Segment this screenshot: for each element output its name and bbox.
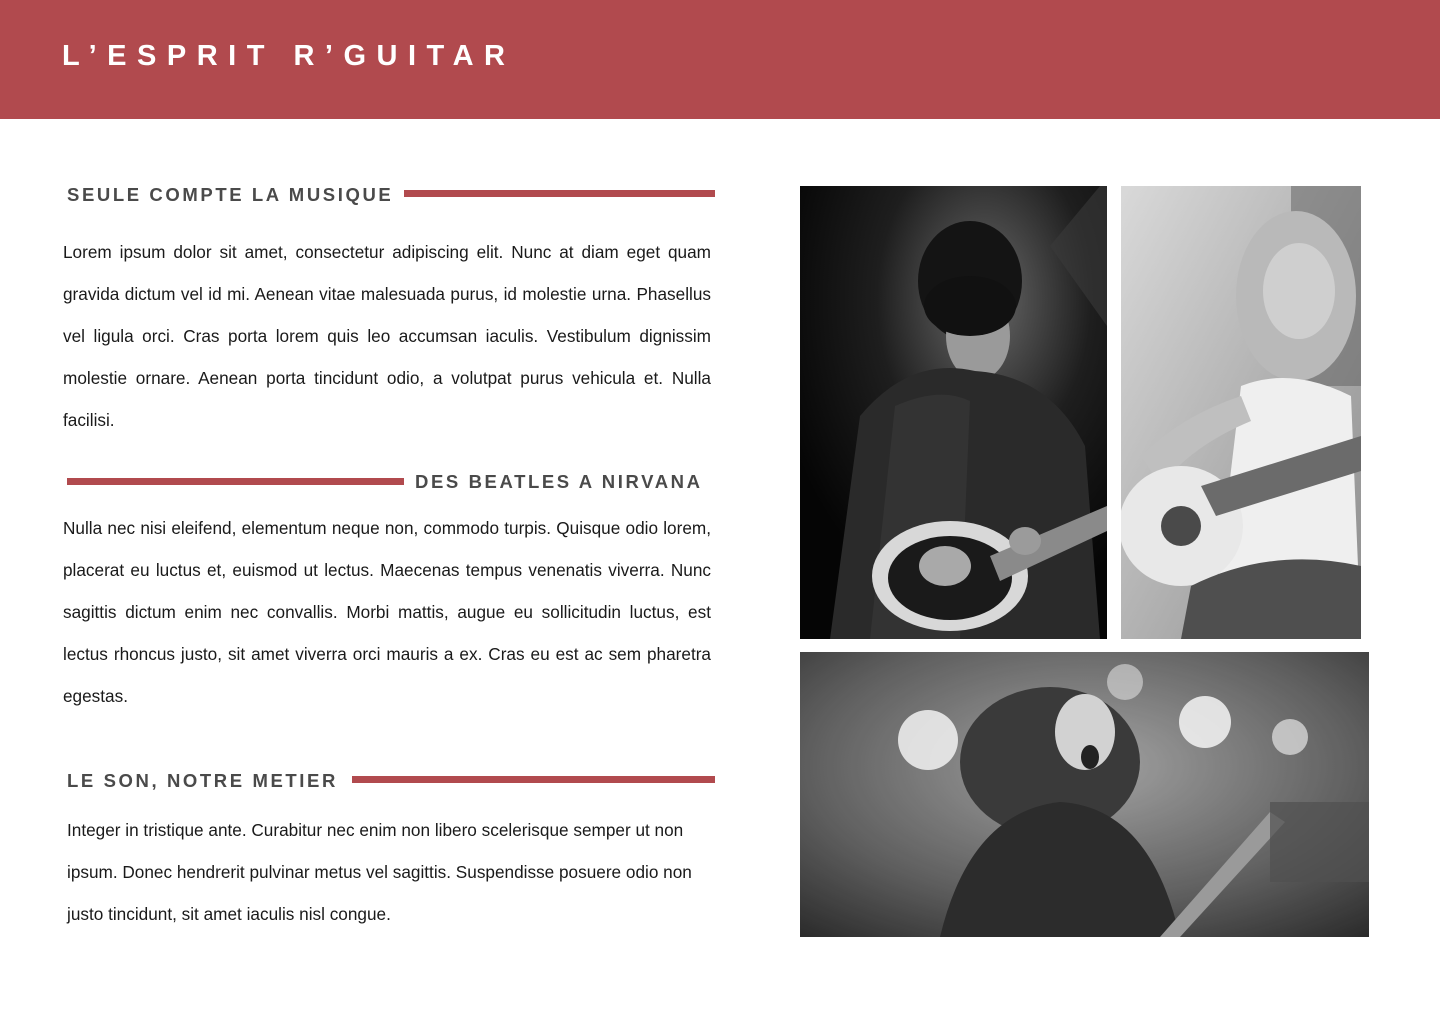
brand-title: L’ESPRIT R’GUITAR <box>62 40 516 72</box>
header-bar: L’ESPRIT R’GUITAR <box>0 0 1440 119</box>
section-text-musique: Lorem ipsum dolor sit amet, consectetur … <box>63 242 711 430</box>
female-guitarist-photo <box>1121 186 1361 639</box>
section-rule-beatles <box>67 478 404 485</box>
section-rule-son <box>352 776 715 783</box>
male-guitarist-photo <box>800 186 1107 639</box>
section-title-beatles: DES BEATLES A NIRVANA <box>415 471 703 492</box>
section-rule-musique <box>404 190 715 197</box>
section-text-beatles: Nulla nec nisi eleifend, elementum neque… <box>63 518 711 706</box>
section-text-son: Integer in tristique ante. Curabitur nec… <box>67 820 692 924</box>
section-title-musique: SEULE COMPTE LA MUSIQUE <box>67 184 394 205</box>
rock-singer-photo <box>800 652 1369 937</box>
section-title-son: LE SON, NOTRE METIER <box>67 770 338 791</box>
